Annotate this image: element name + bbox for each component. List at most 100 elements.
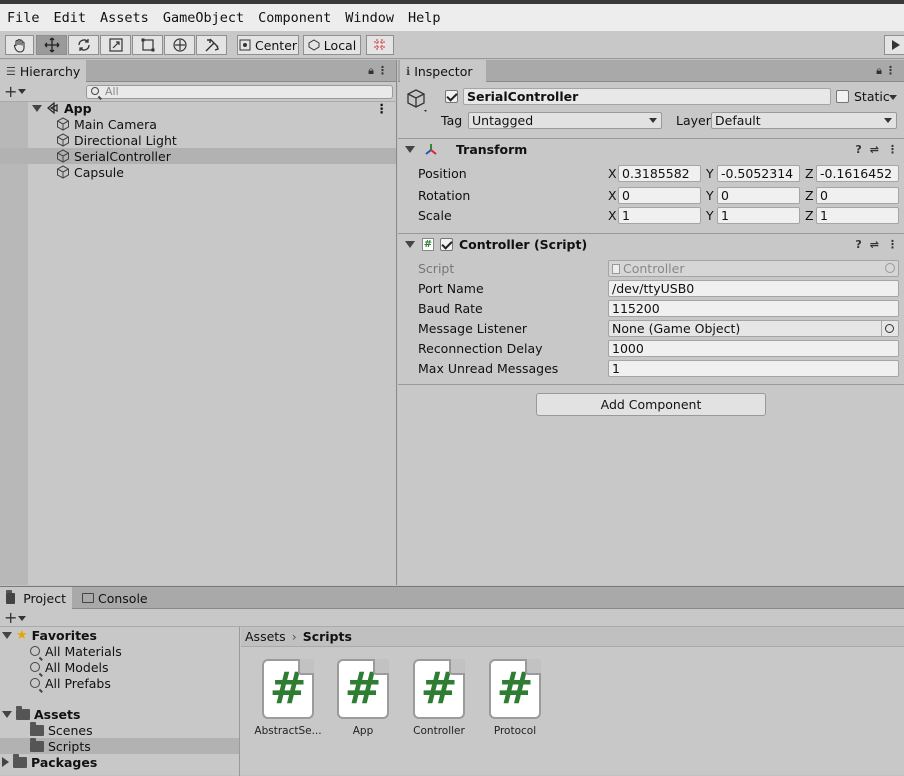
breadcrumb-scripts[interactable]: Scripts — [303, 629, 352, 644]
preset-icon[interactable]: ⇌ — [870, 238, 879, 251]
move-tool-button[interactable] — [36, 35, 67, 55]
create-dropdown-icon[interactable] — [18, 616, 26, 621]
object-name-input[interactable]: SerialController — [463, 88, 831, 105]
breadcrumb-assets[interactable]: Assets — [245, 629, 286, 644]
tab-project[interactable]: Project — [0, 587, 72, 609]
folder-scripts[interactable]: Scripts — [0, 737, 239, 754]
scale-y-field[interactable]: 1 — [717, 207, 800, 224]
hierarchy-tabstrip: ☰ Hierarchy 🔒︎ ⋮ — [0, 60, 396, 82]
transform-tool-button[interactable] — [164, 35, 195, 55]
panel-menu-icon[interactable]: ⋮ — [885, 64, 896, 77]
hierarchy-search-input[interactable]: All — [86, 85, 393, 99]
rotation-z-field[interactable]: 0 — [816, 187, 899, 204]
max-unread-messages-input[interactable]: 1 — [608, 360, 899, 377]
scene-menu-icon[interactable]: ⋮ — [376, 101, 389, 116]
snap-grid-button[interactable] — [366, 35, 394, 55]
scale-z-field[interactable]: 1 — [816, 207, 899, 224]
static-dropdown-icon[interactable] — [889, 95, 897, 100]
pivot-mode-button[interactable]: Center — [237, 35, 299, 55]
packages-folder-row[interactable]: Packages — [0, 753, 239, 770]
layer-dropdown[interactable]: Default — [711, 112, 897, 129]
port-name-input[interactable]: /dev/ttyUSB0 — [608, 280, 899, 297]
help-icon[interactable]: ? — [855, 238, 861, 251]
help-icon[interactable]: ? — [855, 143, 861, 156]
preset-icon[interactable]: ⇌ — [870, 143, 879, 156]
transform-title: Transform — [456, 142, 528, 157]
create-plus-icon[interactable]: + — [4, 608, 17, 627]
asset-app[interactable]: # App — [326, 659, 400, 737]
console-tab-label: Console — [98, 590, 148, 606]
hierarchy-item-directional-light[interactable]: Directional Light — [0, 132, 396, 148]
reconnection-delay-label: Reconnection Delay — [418, 341, 543, 356]
controller-title: Controller (Script) — [459, 237, 588, 252]
scale-tool-button[interactable] — [100, 35, 131, 55]
lock-icon[interactable]: 🔒︎ — [368, 64, 374, 78]
rotation-y-field[interactable]: 0 — [717, 187, 800, 204]
menu-component[interactable]: Component — [251, 10, 338, 26]
folder-icon — [13, 753, 27, 768]
asset-protocol[interactable]: # Protocol — [478, 659, 552, 737]
panel-menu-icon[interactable]: ⋮ — [377, 64, 388, 77]
message-listener-field[interactable]: None (Game Object) — [608, 320, 899, 337]
create-dropdown-icon[interactable] — [18, 89, 26, 94]
context-menu-icon[interactable]: ⋮ — [887, 143, 898, 156]
pivot-rotation-button[interactable]: Local — [303, 35, 361, 55]
context-menu-icon[interactable]: ⋮ — [887, 238, 898, 251]
active-checkbox[interactable] — [445, 90, 458, 103]
rotate-tool-button[interactable] — [68, 35, 99, 55]
position-x-field[interactable]: 0.3185582 — [618, 165, 701, 182]
expand-arrow-icon[interactable] — [2, 710, 12, 718]
scale-x-field[interactable]: 1 — [618, 207, 701, 224]
menu-edit[interactable]: Edit — [47, 10, 94, 26]
axis-y-label: Y — [706, 188, 714, 203]
csharp-script-icon: # — [337, 659, 389, 719]
hierarchy-item-capsule[interactable]: Capsule — [0, 164, 396, 180]
object-picker-button[interactable] — [881, 321, 897, 336]
transform-header[interactable]: Transform ? ⇌ ⋮ — [398, 138, 904, 160]
position-z-field[interactable]: -0.1616452 — [816, 165, 899, 182]
favorites-row[interactable]: ★ Favorites — [0, 627, 239, 643]
rotation-x-field[interactable]: 0 — [618, 187, 701, 204]
menu-help[interactable]: Help — [401, 10, 448, 26]
expand-arrow-icon[interactable] — [2, 757, 9, 767]
scene-row[interactable]: App ⋮ — [0, 100, 396, 116]
favorite-item-all-prefabs[interactable]: All Prefabs — [0, 675, 239, 691]
hierarchy-item-main-camera[interactable]: Main Camera — [0, 116, 396, 132]
rect-tool-button[interactable] — [132, 35, 163, 55]
menu-gameobject[interactable]: GameObject — [156, 10, 251, 26]
add-component-button[interactable]: Add Component — [536, 393, 766, 416]
assets-folder-row[interactable]: Assets — [0, 705, 239, 722]
menu-window[interactable]: Window — [338, 10, 401, 26]
fold-arrow-icon[interactable] — [405, 241, 415, 248]
component-enabled-checkbox[interactable] — [440, 238, 453, 251]
favorite-item-all-models[interactable]: All Models — [0, 659, 239, 675]
hierarchy-item-serialcontroller[interactable]: SerialController — [0, 148, 396, 164]
reconnection-delay-input[interactable]: 1000 — [608, 340, 899, 357]
lock-icon[interactable]: 🔒︎ — [876, 64, 882, 78]
tab-hierarchy[interactable]: ☰ Hierarchy — [0, 60, 86, 82]
menu-assets[interactable]: Assets — [93, 10, 156, 26]
asset-controller[interactable]: # Controller — [402, 659, 476, 737]
play-button[interactable] — [884, 35, 904, 55]
tag-dropdown[interactable]: Untagged — [468, 112, 662, 129]
message-listener-label: Message Listener — [418, 321, 528, 336]
expand-arrow-icon[interactable] — [2, 631, 12, 639]
tab-console[interactable]: Console — [76, 587, 156, 609]
hand-tool-button[interactable] — [5, 35, 34, 55]
pivot-mode-label: Center — [254, 37, 298, 53]
menu-file[interactable]: File — [0, 10, 47, 26]
baud-rate-input[interactable]: 115200 — [608, 300, 899, 317]
custom-tool-button[interactable] — [196, 35, 227, 55]
fold-arrow-icon[interactable] — [405, 146, 415, 153]
asset-abstractserial[interactable]: # AbstractSe... — [251, 659, 325, 737]
create-plus-icon[interactable]: + — [4, 82, 17, 101]
static-checkbox[interactable] — [836, 90, 849, 103]
expand-arrow-icon[interactable] — [32, 104, 42, 112]
position-y-field[interactable]: -0.5052314 — [717, 165, 800, 182]
assets-folder-label: Assets — [34, 706, 81, 722]
controller-script-header[interactable]: # Controller (Script) ? ⇌ ⋮ — [398, 233, 904, 255]
folder-scenes[interactable]: Scenes — [0, 721, 239, 738]
tab-inspector[interactable]: ℹ Inspector — [400, 60, 486, 82]
gameobject-large-cube-icon[interactable] — [406, 88, 430, 114]
favorite-item-all-materials[interactable]: All Materials — [0, 643, 239, 659]
